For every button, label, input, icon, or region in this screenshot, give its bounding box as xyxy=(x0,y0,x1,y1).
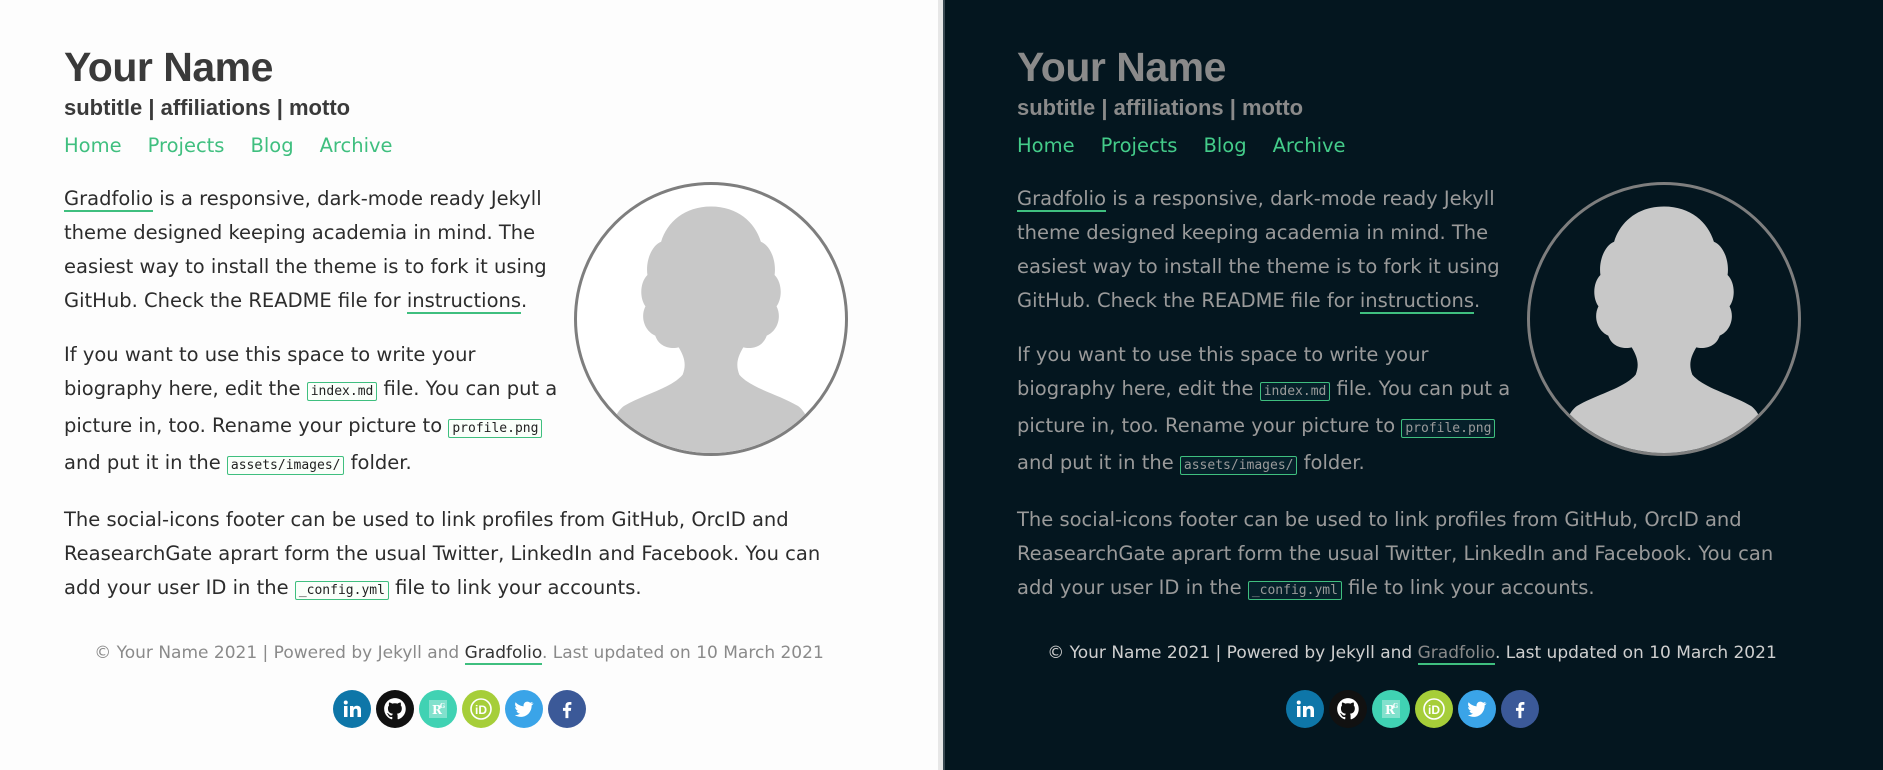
site-footer: © Your Name 2021 | Powered by Jekyll and… xyxy=(1047,643,1777,665)
site-subtitle: subtitle | affiliations | motto xyxy=(64,95,351,120)
avatar-silhouette-icon xyxy=(1559,206,1769,453)
bio-paragraph-1: Gradfolio is a responsive, dark-mode rea… xyxy=(64,187,547,314)
social-icons: RG iD xyxy=(1017,690,1807,728)
social-icons: RG iD xyxy=(64,690,854,728)
researchgate-icon[interactable]: RG xyxy=(1371,690,1410,728)
nav-projects[interactable]: Projects xyxy=(1101,134,1178,157)
nav-blog[interactable]: Blog xyxy=(1203,134,1246,157)
nav-home[interactable]: Home xyxy=(64,134,122,157)
orcid-icon[interactable]: iD xyxy=(1414,690,1453,728)
dark-theme-preview: Your Name subtitle | affiliations | mott… xyxy=(945,0,1883,770)
github-icon[interactable] xyxy=(375,690,414,728)
instructions-link[interactable]: instructions xyxy=(1359,289,1475,314)
avatar-silhouette-icon xyxy=(606,206,816,453)
nav-archive[interactable]: Archive xyxy=(320,134,393,157)
site-title[interactable]: Your Name xyxy=(64,44,273,91)
code-assets-images: assets/images/ xyxy=(1179,456,1298,475)
nav-home[interactable]: Home xyxy=(1017,134,1075,157)
footer-gradfolio-link[interactable]: Gradfolio xyxy=(1417,643,1495,665)
nav-projects[interactable]: Projects xyxy=(148,134,225,157)
orcid-icon[interactable]: iD xyxy=(461,690,500,728)
footer-gradfolio-link[interactable]: Gradfolio xyxy=(464,643,542,665)
twitter-icon[interactable] xyxy=(1457,690,1496,728)
main-nav: Home Projects Blog Archive xyxy=(1017,134,1346,157)
light-theme-preview: Your Name subtitle | affiliations | mott… xyxy=(0,0,938,770)
gradfolio-link[interactable]: Gradfolio xyxy=(64,187,154,212)
linkedin-icon[interactable] xyxy=(332,690,371,728)
facebook-icon[interactable] xyxy=(1500,690,1539,728)
nav-blog[interactable]: Blog xyxy=(250,134,293,157)
site-subtitle: subtitle | affiliations | motto xyxy=(1017,95,1304,120)
twitter-icon[interactable] xyxy=(504,690,543,728)
code-index-md: index.md xyxy=(1259,382,1331,401)
code-index-md: index.md xyxy=(306,382,378,401)
facebook-icon[interactable] xyxy=(547,690,586,728)
profile-avatar xyxy=(574,182,848,456)
bio-paragraph-2: If you want to use this space to write y… xyxy=(1017,343,1511,475)
site-title[interactable]: Your Name xyxy=(1017,44,1226,91)
code-profile-png: profile.png xyxy=(448,419,543,438)
code-assets-images: assets/images/ xyxy=(226,456,345,475)
researchgate-icon[interactable]: RG xyxy=(418,690,457,728)
instructions-link[interactable]: instructions xyxy=(406,289,522,314)
code-config-yml: _config.yml xyxy=(1247,581,1342,600)
nav-archive[interactable]: Archive xyxy=(1273,134,1346,157)
bio-paragraph-1: Gradfolio is a responsive, dark-mode rea… xyxy=(1017,187,1500,314)
panel-divider xyxy=(938,0,945,770)
bio-paragraph-3: The social-icons footer can be used to l… xyxy=(1017,508,1774,600)
code-profile-png: profile.png xyxy=(1401,419,1496,438)
svg-text:G: G xyxy=(1393,703,1398,710)
site-footer: © Your Name 2021 | Powered by Jekyll and… xyxy=(94,643,824,665)
github-icon[interactable] xyxy=(1328,690,1367,728)
svg-text:iD: iD xyxy=(1428,703,1440,717)
svg-text:G: G xyxy=(440,703,445,710)
bio-paragraph-3: The social-icons footer can be used to l… xyxy=(64,508,821,600)
gradfolio-link[interactable]: Gradfolio xyxy=(1017,187,1107,212)
code-config-yml: _config.yml xyxy=(294,581,389,600)
main-nav: Home Projects Blog Archive xyxy=(64,134,393,157)
linkedin-icon[interactable] xyxy=(1285,690,1324,728)
bio-paragraph-2: If you want to use this space to write y… xyxy=(64,343,558,475)
svg-text:iD: iD xyxy=(475,703,487,717)
profile-avatar xyxy=(1527,182,1801,456)
